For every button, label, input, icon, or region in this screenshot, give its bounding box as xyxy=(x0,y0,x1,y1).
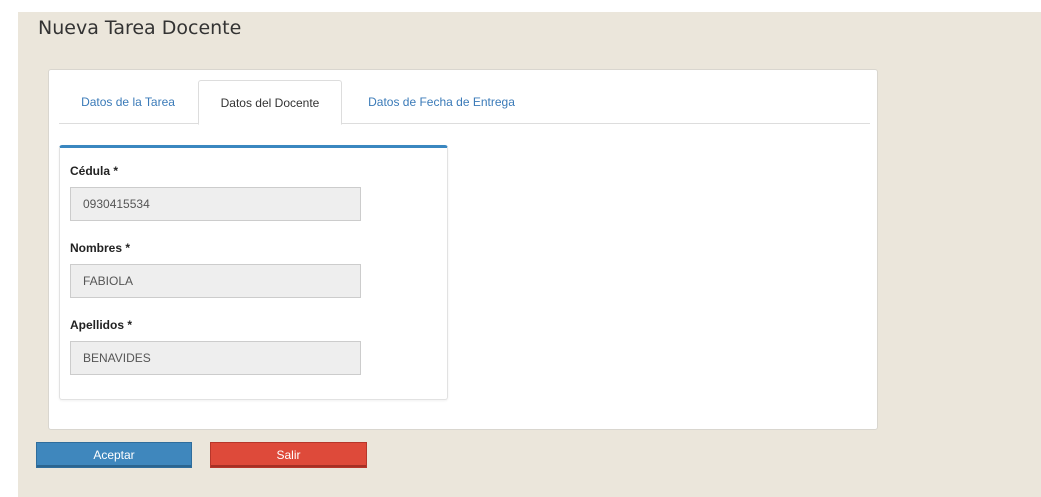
tab-datos-tarea[interactable]: Datos de la Tarea xyxy=(59,80,197,124)
tab-bar: Datos de la Tarea Datos del Docente Dato… xyxy=(59,80,870,125)
nombres-label: Nombres * xyxy=(70,241,131,255)
exit-button[interactable]: Salir xyxy=(210,442,367,468)
docente-panel: Cédula * Nombres * Apellidos * xyxy=(59,145,448,400)
cedula-label: Cédula * xyxy=(70,164,119,178)
accept-button[interactable]: Aceptar xyxy=(36,442,192,468)
form-card: Datos de la Tarea Datos del Docente Dato… xyxy=(48,69,878,430)
nombres-field[interactable] xyxy=(70,264,361,298)
cedula-field[interactable] xyxy=(70,187,361,221)
page-title: Nueva Tarea Docente xyxy=(38,17,242,39)
tab-datos-docente[interactable]: Datos del Docente xyxy=(198,80,342,125)
apellidos-field[interactable] xyxy=(70,341,361,375)
apellidos-label: Apellidos * xyxy=(70,318,133,332)
page-background: Nueva Tarea Docente Datos de la Tarea Da… xyxy=(18,12,1041,497)
tab-datos-fecha-entrega[interactable]: Datos de Fecha de Entrega xyxy=(349,80,534,124)
